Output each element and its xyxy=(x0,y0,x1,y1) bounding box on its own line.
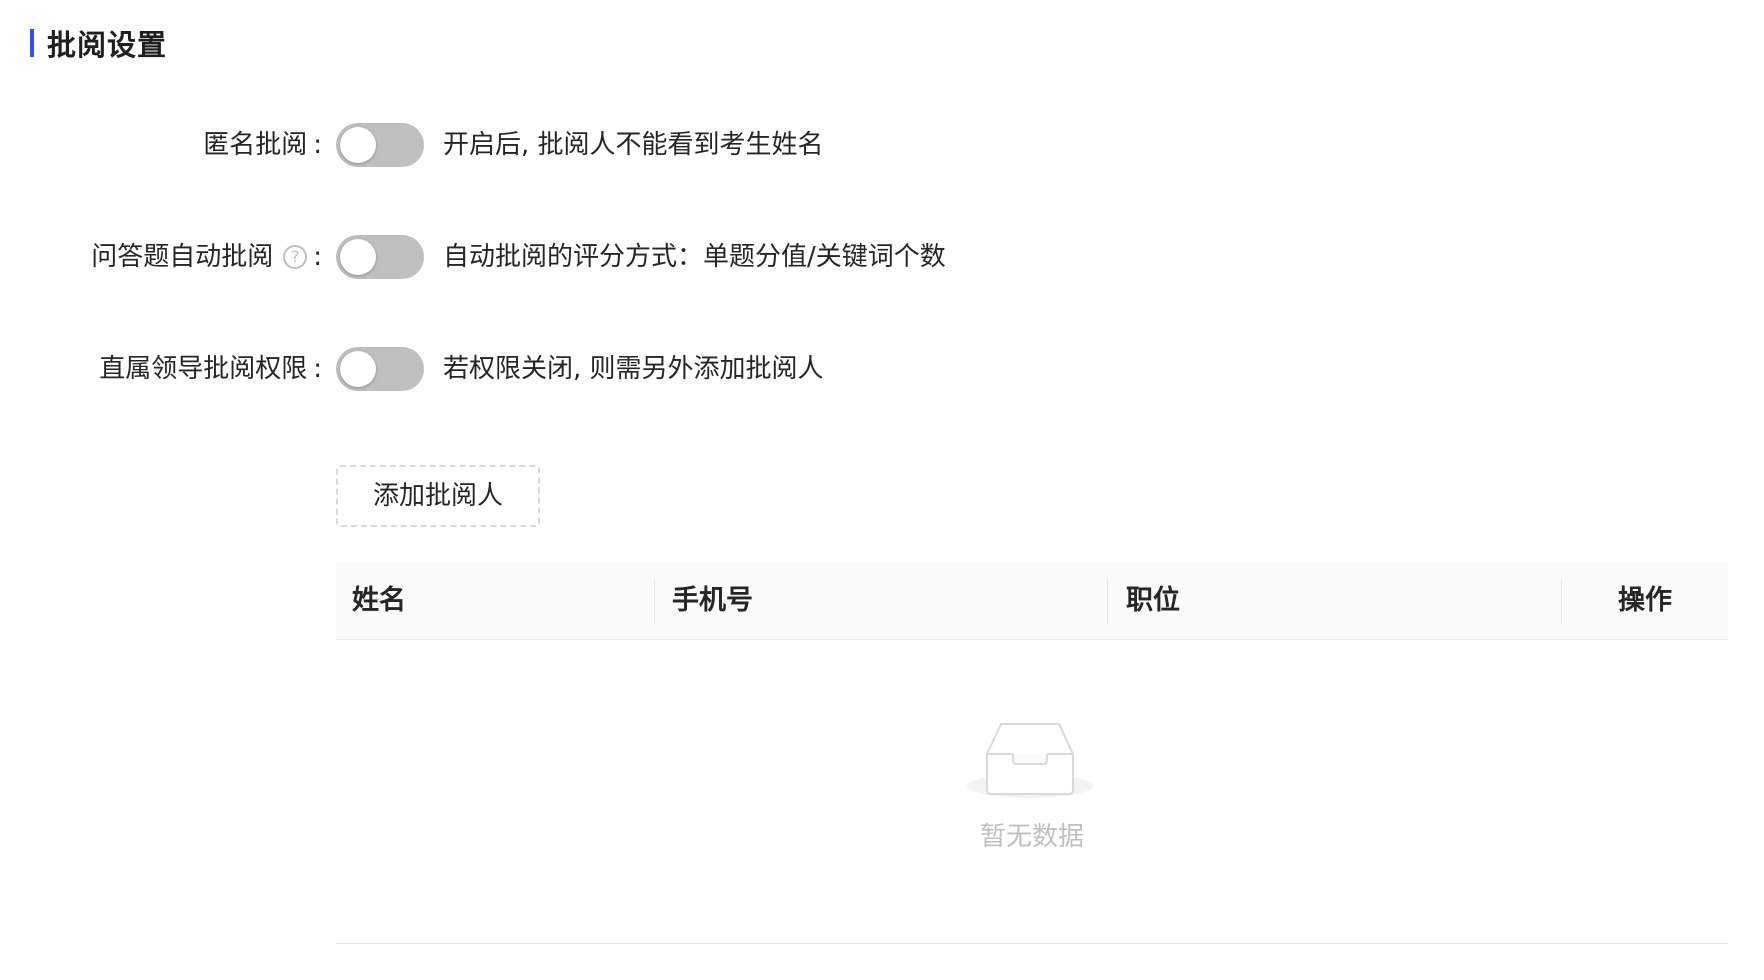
section-accent-bar xyxy=(30,29,34,57)
auto-review-toggle[interactable] xyxy=(336,235,424,279)
setting-row-anonymous: 匿名批阅: 开启后, 批阅人不能看到考生姓名 xyxy=(0,123,1764,167)
question-circle-icon[interactable]: ? xyxy=(283,245,308,269)
column-header-actions: 操作 xyxy=(1618,585,1672,616)
setting-label-text: 匿名批阅 xyxy=(203,130,308,160)
toggle-knob xyxy=(340,239,376,275)
table-empty-state: 暂无数据 xyxy=(336,640,1728,943)
add-reviewer-button[interactable]: 添加批阅人 xyxy=(336,465,540,527)
reviewer-table: 姓名 手机号 职位 操作 暂无数据 xyxy=(336,562,1728,944)
column-divider xyxy=(1561,578,1562,624)
label-colon: : xyxy=(313,242,322,272)
column-divider xyxy=(1107,578,1108,624)
column-header-position: 职位 xyxy=(1126,585,1180,616)
empty-text: 暂无数据 xyxy=(979,822,1084,852)
column-header-phone: 手机号 xyxy=(672,585,753,616)
toggle-knob xyxy=(340,351,376,387)
table-bottom-border xyxy=(336,943,1728,944)
inbox-icon xyxy=(967,723,1093,798)
setting-label-text: 问答题自动批阅 xyxy=(91,242,274,272)
section-header: 批阅设置 xyxy=(30,26,167,62)
column-header-name: 姓名 xyxy=(352,585,406,616)
setting-label-text: 直属领导批阅权限 xyxy=(99,354,308,384)
table-header: 姓名 手机号 职位 操作 xyxy=(336,562,1728,640)
column-divider xyxy=(654,578,655,624)
setting-row-auto-review: 问答题自动批阅?: 自动批阅的评分方式：单题分值/关键词个数 xyxy=(0,235,1764,279)
setting-hint-leader-permission: 若权限关闭, 则需另外添加批阅人 xyxy=(443,354,824,384)
setting-hint-auto-review: 自动批阅的评分方式：单题分值/关键词个数 xyxy=(443,242,946,272)
label-colon: : xyxy=(313,130,322,160)
section-title: 批阅设置 xyxy=(47,28,168,62)
label-colon: : xyxy=(313,354,322,384)
setting-label-anonymous: 匿名批阅: xyxy=(203,123,322,167)
toggle-knob xyxy=(340,127,376,163)
setting-row-leader-permission: 直属领导批阅权限: 若权限关闭, 则需另外添加批阅人 xyxy=(0,347,1764,391)
setting-label-auto-review: 问答题自动批阅?: xyxy=(91,235,322,279)
setting-label-leader-permission: 直属领导批阅权限: xyxy=(99,347,322,391)
setting-hint-anonymous: 开启后, 批阅人不能看到考生姓名 xyxy=(443,130,824,160)
leader-permission-toggle[interactable] xyxy=(336,347,424,391)
anonymous-review-toggle[interactable] xyxy=(336,123,424,167)
